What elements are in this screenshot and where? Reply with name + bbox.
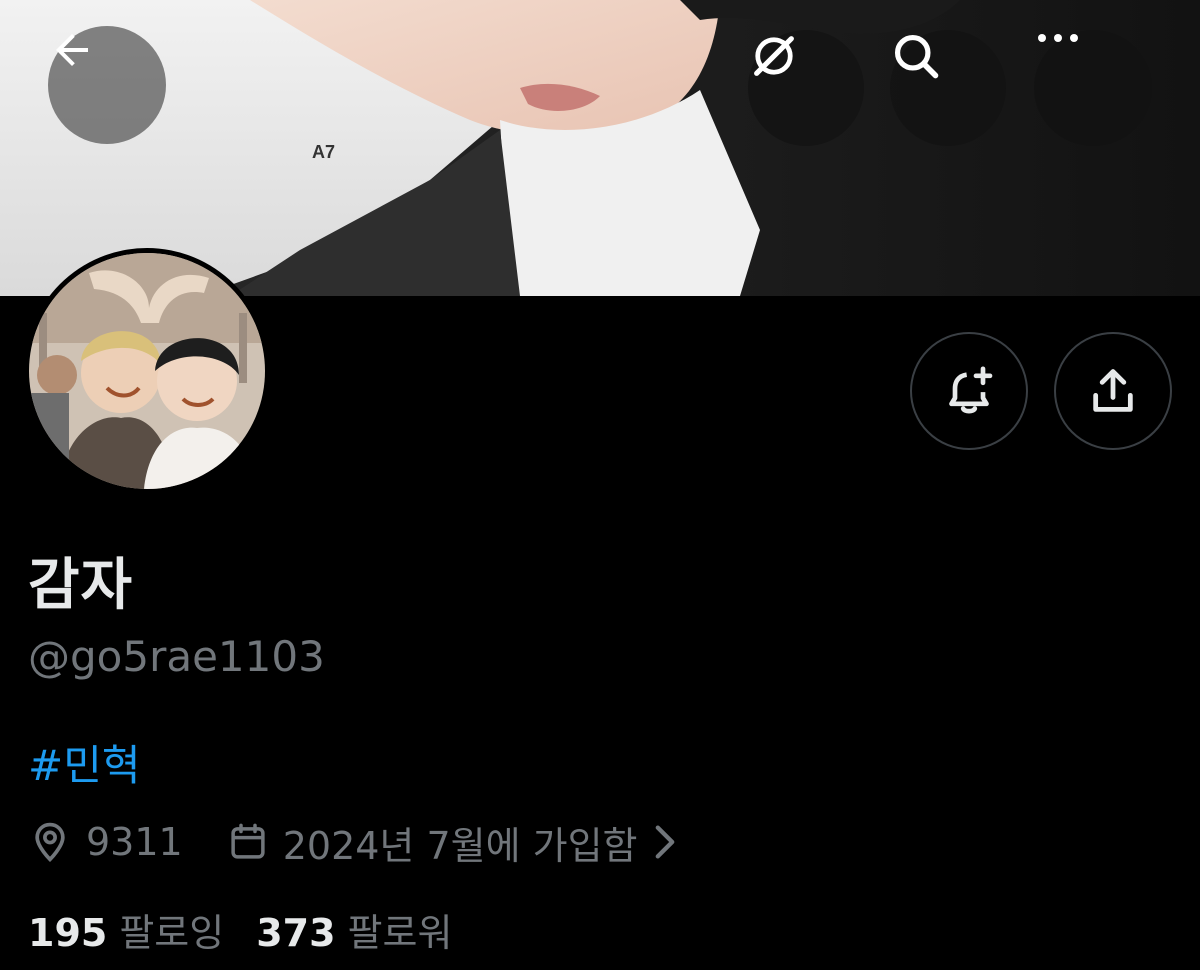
- profile-page: A7 감자 @go5rae1103 #민혁 9311 2024년 7월에 가입함…: [0, 0, 1200, 970]
- share-icon: [1093, 369, 1133, 412]
- avatar-photo: [29, 253, 265, 489]
- chevron-right-icon: [655, 825, 674, 859]
- follow-stats-row: 195 팔로잉 373 팔로워: [28, 900, 484, 958]
- bell-plus-icon: [949, 366, 993, 414]
- following-stat[interactable]: 195 팔로잉: [28, 902, 224, 957]
- back-button[interactable]: [48, 26, 166, 144]
- followers-count: 373: [256, 910, 336, 955]
- search-icon: [894, 34, 939, 79]
- join-date-item[interactable]: 2024년 7월에 가입함: [227, 815, 690, 870]
- location-pin-icon: [35, 822, 65, 863]
- arrow-left-icon: [56, 34, 88, 66]
- location-text: 9311: [86, 820, 183, 864]
- bio-hashtag-link[interactable]: #민혁: [28, 732, 140, 793]
- location-item: 9311: [28, 820, 183, 864]
- profile-meta-row: 9311 2024년 7월에 가입함: [28, 812, 690, 872]
- share-button[interactable]: [1054, 332, 1172, 450]
- calendar-icon: [231, 823, 265, 859]
- svg-text:A7: A7: [312, 142, 335, 162]
- notification-subscribe-button[interactable]: [910, 332, 1028, 450]
- grok-icon: [754, 36, 794, 76]
- join-date-text: 2024년 7월에 가입함: [282, 823, 638, 868]
- more-options-button[interactable]: [1034, 30, 1152, 146]
- grok-button[interactable]: [748, 30, 864, 146]
- following-count: 195: [28, 910, 108, 955]
- profile-avatar[interactable]: [24, 248, 270, 494]
- user-handle: @go5rae1103: [28, 632, 325, 681]
- display-name: 감자: [28, 553, 134, 618]
- followers-label: 팔로워: [347, 910, 453, 955]
- following-label: 팔로잉: [119, 910, 225, 955]
- more-dots-icon: [1038, 34, 1078, 42]
- followers-stat[interactable]: 373 팔로워: [256, 902, 452, 957]
- search-button[interactable]: [890, 30, 1006, 146]
